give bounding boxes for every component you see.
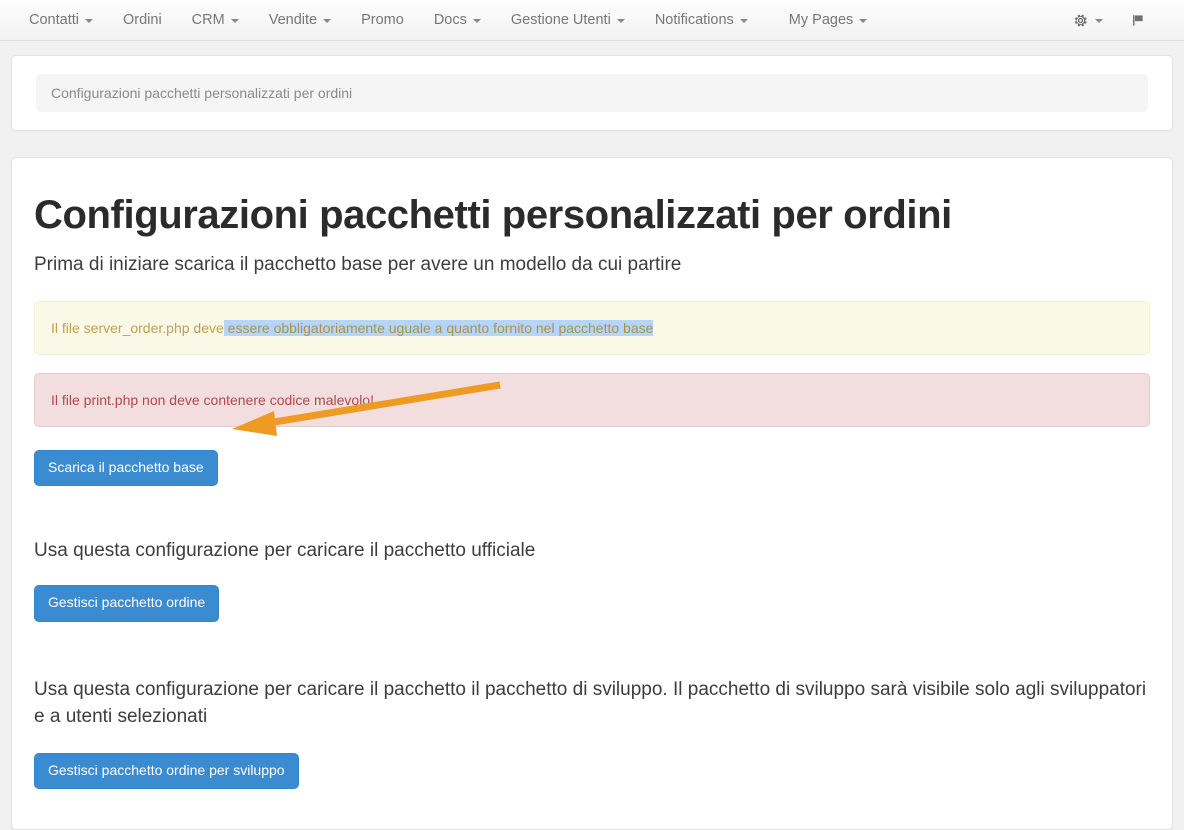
- nav-item-notifications[interactable]: Notifications: [640, 0, 763, 40]
- nav-item-my-pages[interactable]: My Pages: [763, 0, 882, 40]
- download-base-package-button[interactable]: Scarica il pacchetto base: [34, 449, 218, 487]
- nav-item-label: Gestione Utenti: [510, 12, 611, 28]
- section-official-button-row: Gestisci pacchetto ordine: [34, 585, 1150, 622]
- nav-item-gestione-utenti[interactable]: Gestione Utenti: [496, 0, 640, 40]
- nav-item-crm[interactable]: CRM: [177, 0, 254, 40]
- nav-item-label: Ordini: [122, 12, 162, 28]
- app-root: Contatti Ordini CRM Vendite Promo Docs G…: [0, 0, 1184, 830]
- manage-dev-order-package-button[interactable]: Gestisci pacchetto ordine per sviluppo: [34, 752, 299, 790]
- nav-item-label: Promo: [361, 12, 404, 28]
- chevron-down-icon: [859, 19, 868, 23]
- chevron-down-icon: [84, 19, 93, 23]
- breadcrumb-panel: Configurazioni pacchetti personalizzati …: [11, 55, 1173, 131]
- section-dev-button-row: Gestisci pacchetto ordine per sviluppo: [34, 752, 1150, 790]
- chevron-down-icon: [739, 19, 748, 23]
- alert-warning-prefix: Il file server_order.php deve: [51, 319, 224, 336]
- chevron-down-icon: [323, 19, 332, 23]
- nav-item-label: Contatti: [29, 12, 79, 28]
- nav-item-contatti[interactable]: Contatti: [14, 0, 108, 40]
- page-body: Configurazioni pacchetti personalizzati …: [0, 55, 1184, 830]
- alert-danger-text: Il file print.php non deve contenere cod…: [51, 391, 374, 408]
- chevron-down-icon: [472, 19, 481, 23]
- section-dev-package: Usa questa configurazione per caricare i…: [34, 677, 1150, 790]
- nav-item-docs[interactable]: Docs: [419, 0, 496, 40]
- nav-item-ordini[interactable]: Ordini: [108, 0, 177, 40]
- nav-item-vendite[interactable]: Vendite: [254, 0, 346, 40]
- flag-icon: [1133, 14, 1143, 26]
- top-navbar: Contatti Ordini CRM Vendite Promo Docs G…: [0, 0, 1184, 41]
- nav-item-label: Docs: [433, 12, 467, 28]
- page-title: Configurazioni pacchetti personalizzati …: [34, 193, 952, 237]
- navbar-actions: [1059, 0, 1170, 40]
- main-panel: Configurazioni pacchetti personalizzati …: [11, 157, 1173, 830]
- section-official-package: Usa questa configurazione per caricare i…: [34, 538, 1150, 622]
- nav-item-label: My Pages: [788, 12, 854, 28]
- nav-item-promo[interactable]: Promo: [346, 0, 419, 40]
- nav-item-label: CRM: [191, 12, 225, 28]
- settings-menu-button[interactable]: [1059, 0, 1117, 40]
- alert-warning-server-order: Il file server_order.php deve essere obb…: [34, 300, 1150, 355]
- alert-danger-print-php: Il file print.php non deve contenere cod…: [34, 372, 1150, 427]
- breadcrumb: Configurazioni pacchetti personalizzati …: [36, 74, 1148, 112]
- gear-icon: [1074, 14, 1087, 26]
- section-official-text: Usa questa configurazione per caricare i…: [34, 540, 536, 562]
- flag-button[interactable]: [1117, 0, 1160, 40]
- chevron-down-icon: [230, 19, 239, 23]
- alert-warning-selected-text: essere obbligatoriamente uguale a quanto…: [223, 319, 654, 336]
- navbar-menu: Contatti Ordini CRM Vendite Promo Docs G…: [14, 0, 882, 40]
- manage-order-package-button[interactable]: Gestisci pacchetto ordine: [34, 585, 220, 622]
- page-subtitle: Prima di iniziare scarica il pacchetto b…: [34, 254, 682, 275]
- download-button-row: Scarica il pacchetto base: [34, 449, 1150, 487]
- nav-item-label: Notifications: [654, 12, 734, 28]
- chevron-down-icon: [616, 19, 625, 23]
- section-dev-text: Usa questa configurazione per caricare i…: [34, 678, 1147, 727]
- nav-item-label: Vendite: [268, 12, 318, 28]
- chevron-down-icon: [1095, 19, 1103, 23]
